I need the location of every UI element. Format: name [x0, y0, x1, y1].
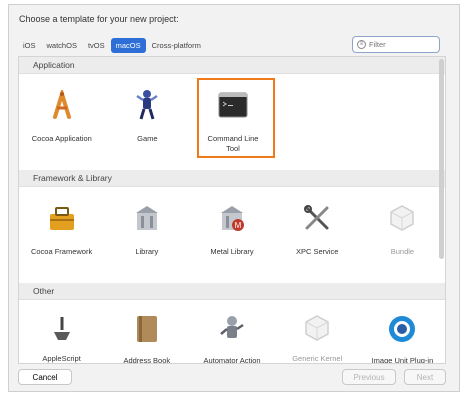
template-image-unit-plugin[interactable]: Image Unit Plug-in: [360, 300, 445, 364]
template-label: AppleScript: [42, 354, 81, 363]
template-address-book[interactable]: Address Book: [104, 300, 189, 364]
section-header-application: Application: [19, 57, 445, 74]
template-label: Cocoa Framework: [30, 247, 93, 256]
section-header-other: Other: [19, 283, 445, 300]
address-book-icon: [130, 314, 164, 344]
tab-macos[interactable]: macOS: [110, 37, 146, 53]
kernel-extension-icon: [300, 314, 334, 342]
template-metal-library[interactable]: M Metal Library: [189, 187, 274, 283]
metal-library-icon: M: [215, 201, 249, 235]
filter-icon: ≡: [357, 40, 366, 49]
template-label: Metal Library: [210, 247, 254, 256]
platform-tabs: iOS watchOS tvOS macOS Cross-platform: [18, 37, 206, 53]
other-row: AppleScript Address Book Automator Actio…: [19, 300, 445, 364]
cocoa-app-icon: [45, 88, 79, 122]
template-label: Address Book: [123, 356, 171, 364]
filter-input[interactable]: [369, 40, 433, 49]
tools-icon: [300, 201, 334, 235]
template-label: Cocoa Application: [31, 134, 92, 143]
application-row: Cocoa Application Game Command Line Tool: [19, 74, 445, 170]
tab-watchos[interactable]: watchOS: [42, 38, 82, 53]
svg-text:M: M: [235, 221, 242, 230]
template-label: Image Unit Plug-in: [371, 356, 434, 364]
game-icon: [130, 88, 164, 122]
template-label: Command Line Tool: [207, 134, 259, 153]
cancel-button[interactable]: Cancel: [18, 369, 72, 385]
template-list: Application Cocoa Application Game Comma…: [18, 56, 446, 364]
template-library[interactable]: Library: [104, 187, 189, 283]
library-building-icon: [130, 201, 164, 235]
bundle-icon: [385, 201, 419, 235]
template-label: XPC Service: [295, 247, 339, 256]
image-unit-icon: [385, 314, 419, 344]
template-applescript[interactable]: AppleScript: [19, 300, 104, 363]
template-bundle[interactable]: Bundle: [360, 187, 445, 283]
template-generic-kernel[interactable]: Generic Kernel: [275, 300, 360, 363]
toolbox-icon: [45, 201, 79, 235]
template-label: Automator Action: [203, 356, 261, 364]
template-xpc-service[interactable]: XPC Service: [275, 187, 360, 283]
applescript-icon: [45, 314, 79, 342]
template-label: Game: [137, 134, 158, 143]
previous-button[interactable]: Previous: [342, 369, 396, 385]
template-command-line-tool[interactable]: Command Line Tool: [190, 74, 276, 170]
dialog-heading: Choose a template for your new project:: [19, 14, 179, 24]
platform-tab-bar: iOS watchOS tvOS macOS Cross-platform ≡: [18, 35, 446, 55]
template-label: Library: [135, 247, 159, 256]
section-header-framework-library: Framework & Library: [19, 170, 445, 187]
next-button[interactable]: Next: [404, 369, 446, 385]
tab-tvos[interactable]: tvOS: [83, 38, 110, 53]
framework-row: Cocoa Framework Library M Metal Library …: [19, 187, 445, 283]
template-cocoa-framework[interactable]: Cocoa Framework: [19, 187, 104, 283]
tab-ios[interactable]: iOS: [18, 38, 41, 53]
template-game[interactable]: Game: [105, 74, 191, 170]
template-label: Generic Kernel: [292, 354, 343, 363]
template-cocoa-application[interactable]: Cocoa Application: [19, 74, 105, 170]
automator-icon: [215, 314, 249, 344]
filter-field[interactable]: ≡: [352, 36, 440, 53]
tab-cross-platform[interactable]: Cross-platform: [147, 38, 206, 53]
terminal-icon: [216, 88, 250, 122]
template-automator-action[interactable]: Automator Action: [189, 300, 274, 364]
template-label: Bundle: [390, 247, 415, 256]
